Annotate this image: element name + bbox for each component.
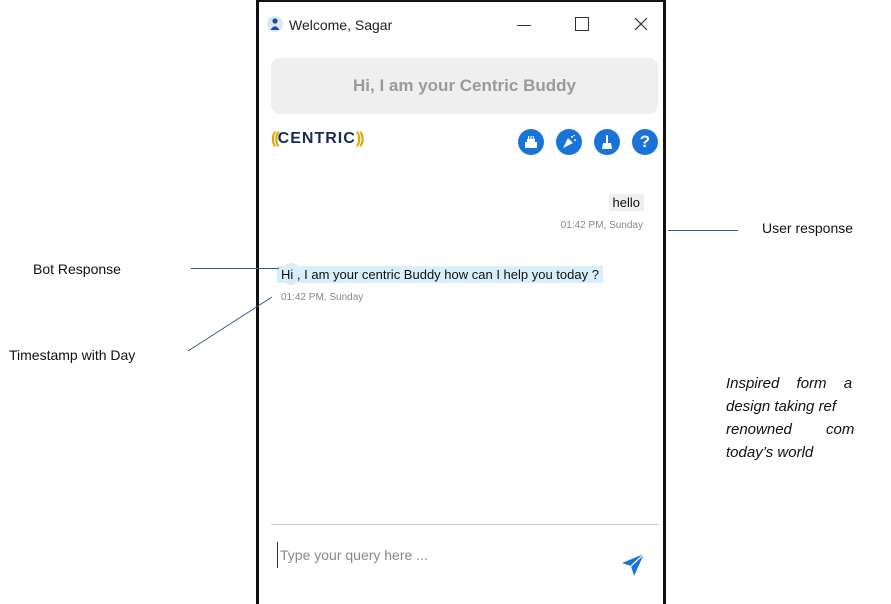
bot-app-icon xyxy=(267,16,283,32)
user-response-annotation: User response xyxy=(762,220,854,236)
party-popper-icon[interactable] xyxy=(556,129,582,155)
help-icon[interactable]: ? xyxy=(632,129,658,155)
query-input[interactable] xyxy=(277,542,592,568)
user-response-connector xyxy=(668,230,738,231)
close-icon xyxy=(634,17,648,31)
minimize-button[interactable] xyxy=(510,12,538,36)
brand-toolbar: ((CENTRIC)) ? xyxy=(271,127,659,157)
cake-icon[interactable] xyxy=(518,129,544,155)
quote-line-1: Inspired form a xyxy=(726,375,853,392)
bot-timestamp: 01:42 PM, Sunday xyxy=(281,292,364,303)
title-bar: Welcome, Sagar xyxy=(259,2,663,46)
quote-line-2: design taking ref xyxy=(726,398,837,415)
timestamp-connector xyxy=(187,296,273,352)
close-button[interactable] xyxy=(627,12,655,36)
input-divider xyxy=(271,524,659,525)
minimize-icon xyxy=(517,24,531,26)
quote-line-3: renowned com xyxy=(726,421,855,438)
broom-icon[interactable] xyxy=(594,129,620,155)
maximize-icon xyxy=(575,17,589,31)
centric-logo: ((CENTRIC)) xyxy=(271,130,364,147)
quote-line-4: today’s world xyxy=(726,444,814,461)
send-icon[interactable] xyxy=(621,553,645,577)
user-timestamp: 01:42 PM, Sunday xyxy=(560,220,643,231)
window-title: Welcome, Sagar xyxy=(289,17,393,33)
chat-window: Welcome, Sagar Hi, I am your Centric Bud… xyxy=(256,0,666,604)
bot-message: Hi , I am your centric Buddy how can I h… xyxy=(277,266,603,283)
bot-response-annotation: Bot Response xyxy=(33,261,121,277)
design-quote: Inspired form a design taking ref renown… xyxy=(726,372,891,464)
bot-response-connector xyxy=(191,268,279,269)
timestamp-annotation: Timestamp with Day xyxy=(9,347,136,363)
maximize-button[interactable] xyxy=(568,12,596,36)
user-message: hello xyxy=(608,194,644,211)
welcome-banner: Hi, I am your Centric Buddy xyxy=(271,58,658,114)
